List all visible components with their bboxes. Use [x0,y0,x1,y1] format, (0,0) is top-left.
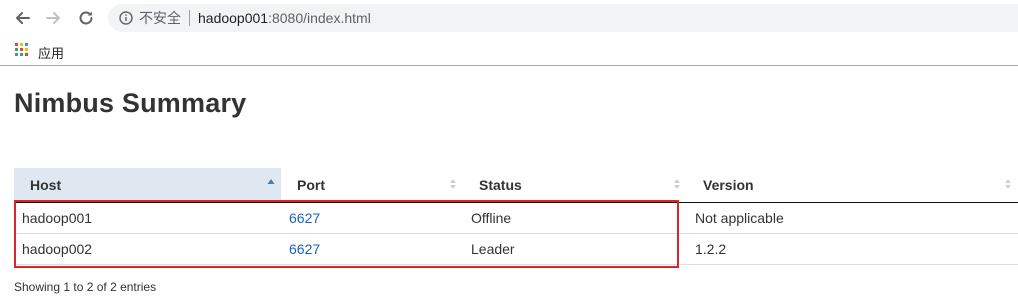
status-cell: Offline [463,202,687,234]
browser-toolbar: 不安全 hadoop001:8080/index.html [0,0,1018,36]
version-cell: Not applicable [687,202,1018,234]
column-header-host[interactable]: Host [14,168,281,203]
reload-icon[interactable] [74,6,98,30]
port-cell: 6627 [281,202,463,234]
sort-both-icon [450,179,456,189]
omnibox-divider [189,10,190,26]
column-header-label: Version [703,176,754,193]
sort-ascending-icon [267,179,275,184]
apps-grid-icon[interactable] [15,43,29,57]
table-row: hadoop001 6627 Offline Not applicable [14,202,1018,234]
url-path: :8080/index.html [268,10,371,26]
sort-both-icon [674,179,680,189]
column-header-status[interactable]: Status [463,168,687,203]
host-cell: hadoop002 [14,233,281,265]
page-title: Nimbus Summary [14,88,247,118]
column-header-version[interactable]: Version [687,168,1018,203]
url-host: hadoop001 [198,10,269,26]
apps-bookmark-label[interactable]: 应用 [38,43,64,62]
security-label: 不安全 [139,10,181,26]
host-cell: hadoop001 [14,202,281,234]
info-icon[interactable] [118,10,134,26]
column-header-port[interactable]: Port [281,168,463,203]
bookmarks-bar: 应用 [0,36,1018,66]
column-header-label: Port [297,176,325,193]
sort-both-icon [1005,179,1011,189]
column-header-label: Host [30,176,62,193]
status-cell: Leader [463,233,687,265]
table-row: hadoop002 6627 Leader 1.2.2 [14,233,1018,265]
version-cell: 1.2.2 [687,233,1018,265]
arrow-forward-icon[interactable] [42,6,66,30]
nimbus-summary-table: Host Port Status Version hadoop001 6627 … [14,168,1018,265]
arrow-back-icon[interactable] [10,6,34,30]
table-header-row: Host Port Status Version [14,168,1018,203]
port-link[interactable]: 6627 [289,241,320,257]
port-cell: 6627 [281,233,463,265]
column-header-label: Status [479,176,522,193]
url-text[interactable]: hadoop001:8080/index.html [198,10,371,26]
port-link[interactable]: 6627 [289,210,320,226]
address-bar[interactable]: 不安全 hadoop001:8080/index.html [108,4,1018,32]
table-info: Showing 1 to 2 of 2 entries [14,280,157,294]
